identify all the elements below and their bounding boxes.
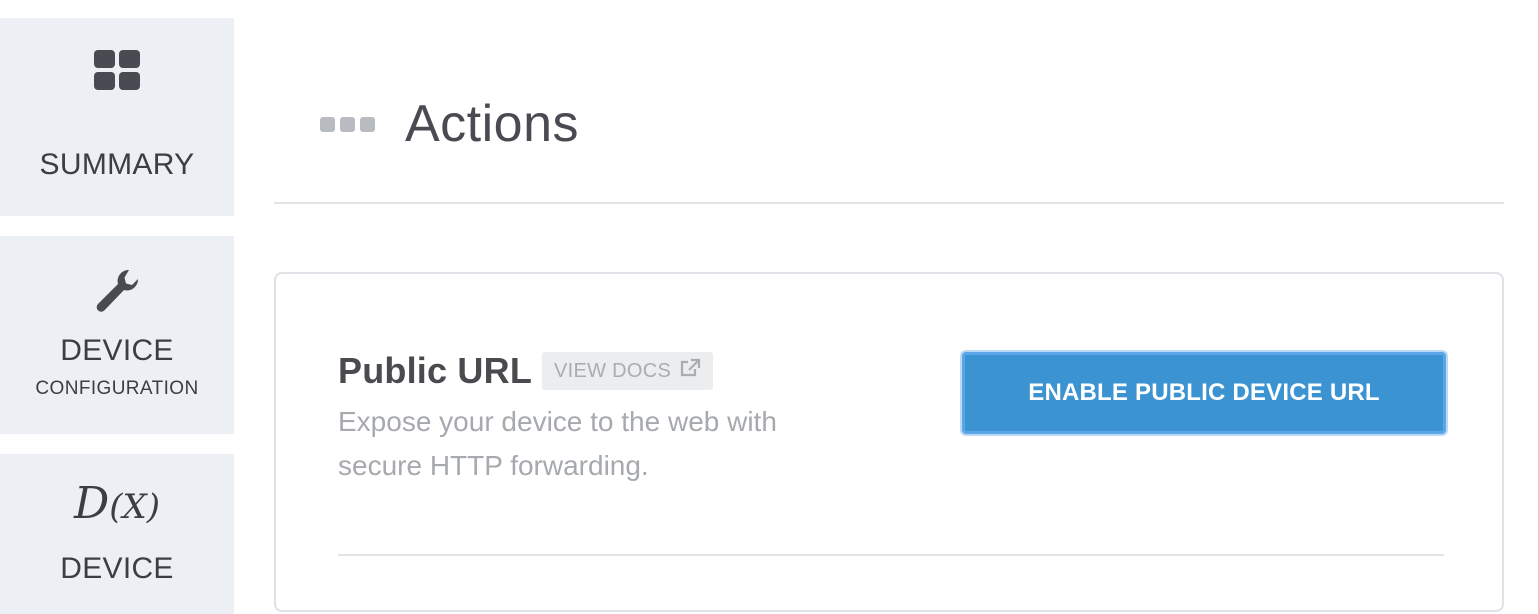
page-title: Actions xyxy=(405,95,580,153)
enable-public-url-button[interactable]: ENABLE PUBLIC DEVICE URL xyxy=(962,352,1446,434)
sidebar-item-label: SUMMARY xyxy=(39,148,195,181)
dx-icon-letter: D xyxy=(73,478,110,529)
dashboard-grid-icon xyxy=(0,50,234,90)
view-docs-label: VIEW DOCS xyxy=(554,359,672,382)
sidebar-item-sublabel: CONFIGURATION xyxy=(35,378,199,399)
public-url-card: Public URL VIEW DOCS Expose your device … xyxy=(274,272,1504,612)
sidebar-item-device-variables[interactable]: D(X) DEVICE xyxy=(0,454,234,614)
sidebar-item-label: DEVICE xyxy=(60,552,174,585)
dx-function-icon: D(X) xyxy=(0,482,234,526)
section-description: Expose your device to the web with secur… xyxy=(338,406,777,481)
dx-icon-subtext: (X) xyxy=(109,487,160,527)
external-link-icon xyxy=(679,358,701,384)
page-header: Actions xyxy=(320,92,579,156)
more-dots-icon xyxy=(320,116,375,132)
section-title: Public URL xyxy=(338,350,533,391)
card-divider xyxy=(338,554,1444,556)
sidebar-item-device-configuration[interactable]: DEVICE CONFIGURATION xyxy=(0,236,234,434)
header-divider xyxy=(274,202,1504,204)
section-title-row: Public URL VIEW DOCS xyxy=(338,350,714,392)
sidebar-item-label: DEVICE xyxy=(60,334,174,367)
view-docs-link[interactable]: VIEW DOCS xyxy=(542,352,714,390)
wrench-icon xyxy=(0,266,234,316)
sidebar-item-summary[interactable]: SUMMARY xyxy=(0,18,234,216)
